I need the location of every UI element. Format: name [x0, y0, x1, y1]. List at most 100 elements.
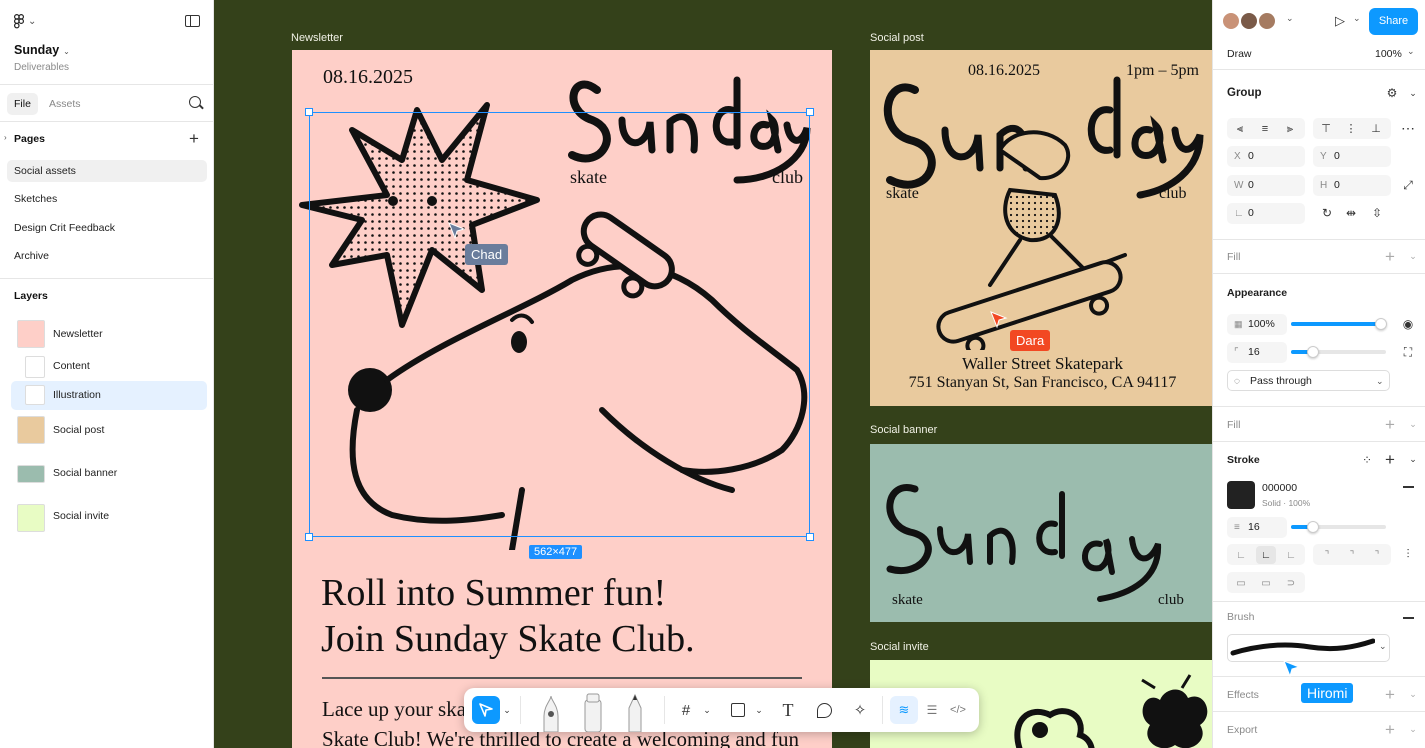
layer-newsletter[interactable]: Newsletter: [11, 320, 207, 349]
advanced-stroke-settings-icon[interactable]: ⫶: [1398, 544, 1418, 564]
frame-label-social-post[interactable]: Social post: [870, 32, 924, 44]
visibility-eye-icon[interactable]: ◉: [1398, 314, 1418, 334]
more-options-icon[interactable]: ⋯: [1398, 118, 1418, 138]
x-position-field[interactable]: X0: [1227, 146, 1305, 167]
add-stroke-plus-icon[interactable]: +: [1385, 451, 1395, 468]
dev-mode-code-icon[interactable]: </>: [944, 696, 972, 724]
frame-label-social-invite[interactable]: Social invite: [870, 641, 929, 653]
profile-uniform-icon[interactable]: ▭: [1231, 574, 1251, 592]
corner-radius-slider[interactable]: [1291, 346, 1386, 358]
social-banner-frame[interactable]: skate club: [870, 444, 1215, 622]
align-left-icon[interactable]: ⫷: [1230, 119, 1250, 139]
height-field[interactable]: H0: [1313, 175, 1391, 196]
corner-radius-field[interactable]: ⌜ 16: [1227, 342, 1287, 363]
align-middle-icon[interactable]: ⋮: [1341, 119, 1361, 139]
cap-square-icon[interactable]: ∟: [1281, 546, 1301, 564]
export-chevron-down-icon[interactable]: ⌄: [1403, 719, 1423, 739]
align-bottom-icon[interactable]: ⊥: [1366, 119, 1386, 139]
align-top-icon[interactable]: ⊤: [1316, 119, 1336, 139]
frame-label-newsletter[interactable]: Newsletter: [291, 32, 343, 44]
layer-social-invite[interactable]: Social invite: [11, 502, 207, 532]
page-item-social-assets[interactable]: Social assets: [7, 160, 207, 182]
pen-brush-icon[interactable]: [536, 692, 566, 732]
component-settings-icon[interactable]: ⚙: [1382, 83, 1402, 103]
share-button[interactable]: Share: [1369, 8, 1418, 35]
stroke-color-swatch[interactable]: [1227, 481, 1255, 509]
cap-none-icon[interactable]: ∟: [1231, 546, 1251, 564]
zoom-level[interactable]: 100%: [1375, 48, 1402, 60]
remove-brush-minus-icon[interactable]: [1403, 617, 1414, 619]
align-right-icon[interactable]: ⫸: [1280, 119, 1300, 139]
draw-mode-icon[interactable]: ≋: [890, 696, 918, 724]
marker-brush-icon[interactable]: [578, 692, 608, 732]
add-export-plus-icon[interactable]: +: [1385, 721, 1395, 738]
stroke-weight-field[interactable]: ≡ 16: [1227, 517, 1287, 538]
add-page-plus-icon[interactable]: +: [189, 130, 199, 147]
rotation-field[interactable]: ∟ 0: [1227, 203, 1305, 224]
move-tool-button[interactable]: [472, 696, 500, 724]
pencil-icon[interactable]: [620, 692, 650, 732]
effects-chevron-down-icon[interactable]: ⌄: [1403, 684, 1423, 704]
flip-vertical-icon[interactable]: ⇳: [1367, 203, 1387, 223]
opacity-slider[interactable]: [1291, 318, 1387, 330]
page-item-archive[interactable]: Archive: [7, 245, 207, 267]
fill-chevron-down-icon[interactable]: ⌄: [1403, 414, 1423, 434]
add-fill-plus-icon[interactable]: +: [1385, 248, 1395, 265]
main-menu-button[interactable]: ⌄: [14, 13, 40, 29]
stroke-weight-slider-knob[interactable]: [1307, 521, 1319, 533]
join-round-icon[interactable]: ⌝: [1342, 546, 1362, 564]
zoom-chevron-down-icon[interactable]: ⌄: [1407, 46, 1415, 57]
rotate-icon[interactable]: ↻: [1317, 203, 1337, 223]
join-miter-icon[interactable]: ⌝: [1317, 546, 1337, 564]
width-field[interactable]: W0: [1227, 175, 1305, 196]
rectangle-tool-icon[interactable]: [724, 696, 752, 724]
newsletter-frame[interactable]: 08.16.2025 skate club Roll into Summer f…: [292, 50, 832, 748]
add-effect-plus-icon[interactable]: +: [1385, 686, 1395, 703]
move-tool-chevron-down-icon[interactable]: ⌄: [500, 696, 514, 724]
layer-social-post[interactable]: Social post: [11, 416, 207, 445]
stroke-styles-icon[interactable]: ⁘: [1357, 450, 1377, 470]
tab-file[interactable]: File: [7, 93, 38, 115]
resize-handle-bottom-left[interactable]: [305, 533, 313, 541]
pages-collapse-chevron-icon[interactable]: ›: [4, 133, 7, 142]
profile-taper-icon[interactable]: ▭: [1256, 574, 1276, 592]
resize-handle-bottom-right[interactable]: [806, 533, 814, 541]
page-item-sketches[interactable]: Sketches: [7, 188, 207, 210]
page-item-design-crit-feedback[interactable]: Design Crit Feedback: [7, 217, 207, 239]
sidebar-toggle-icon[interactable]: [185, 15, 200, 27]
opacity-field[interactable]: ▦ 100%: [1227, 314, 1287, 335]
layer-illustration[interactable]: Illustration: [11, 381, 207, 410]
add-fill-plus-icon[interactable]: +: [1385, 416, 1395, 433]
social-post-frame[interactable]: 08.16.2025 1pm – 5pm skate club Waller S…: [870, 50, 1215, 406]
resize-handle-top-left[interactable]: [305, 108, 313, 116]
frame-tool-chevron-down-icon[interactable]: ⌄: [700, 696, 714, 724]
cap-round-icon[interactable]: ∟: [1256, 546, 1276, 564]
remove-stroke-minus-icon[interactable]: [1403, 486, 1414, 488]
layer-content[interactable]: Content: [11, 352, 207, 381]
resize-handle-top-right[interactable]: [806, 108, 814, 116]
independent-corners-icon[interactable]: ⛶: [1398, 342, 1418, 362]
design-mode-icon[interactable]: ☰: [918, 696, 946, 724]
stroke-color-hex[interactable]: 000000: [1262, 482, 1297, 494]
align-center-icon[interactable]: ≡: [1255, 119, 1275, 139]
ai-tool-sparkle-icon[interactable]: ✧: [846, 696, 874, 724]
newsletter-illustration[interactable]: [292, 50, 832, 550]
flip-horizontal-icon[interactable]: ⇹: [1341, 203, 1361, 223]
profile-round-icon[interactable]: ⊃: [1281, 574, 1301, 592]
shape-tool-chevron-down-icon[interactable]: ⌄: [752, 696, 766, 724]
search-icon[interactable]: [189, 96, 201, 108]
project-name-menu[interactable]: Sunday ⌄: [14, 43, 70, 57]
brush-select[interactable]: ⌄: [1227, 634, 1390, 662]
fill-chevron-down-icon[interactable]: ⌄: [1403, 246, 1423, 266]
text-tool-icon[interactable]: T: [774, 696, 802, 724]
join-bevel-icon[interactable]: ⌝: [1367, 546, 1387, 564]
layer-social-banner[interactable]: Social banner: [11, 459, 207, 488]
group-chevron-down-icon[interactable]: ⌄: [1403, 83, 1423, 103]
opacity-slider-knob[interactable]: [1375, 318, 1387, 330]
frame-label-social-banner[interactable]: Social banner: [870, 424, 937, 436]
constrain-proportions-icon[interactable]: ⤢: [1398, 175, 1418, 195]
stroke-weight-slider[interactable]: [1291, 521, 1386, 533]
frame-tool-hash-icon[interactable]: #: [672, 696, 700, 724]
blend-mode-select[interactable]: ◌ Pass through ⌄: [1227, 370, 1390, 391]
tab-assets[interactable]: Assets: [42, 93, 88, 115]
